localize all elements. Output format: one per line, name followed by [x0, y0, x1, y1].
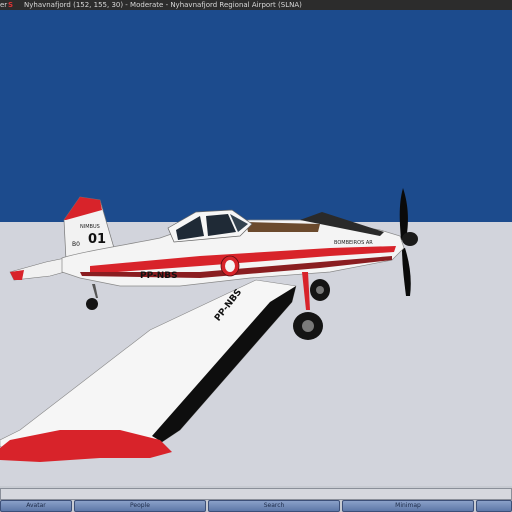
tail-brand-text: NIMBUS [80, 224, 100, 230]
tail-code: B0 [72, 241, 80, 248]
propeller [399, 188, 418, 296]
window-titlebar: er S Nyhavnafjord (152, 155, 30) - Moder… [0, 0, 512, 10]
aircraft[interactable]: NIMBUS 01 B0 BOMBEIROS AR PP-NBS PP-NBS [0, 10, 512, 486]
fuselage-registration: PP-NBS [140, 271, 178, 281]
app-icon: S [8, 1, 14, 9]
window-title: Nyhavnafjord (152, 155, 30) - Moderate -… [24, 1, 302, 9]
3d-viewport[interactable]: NIMBUS 01 B0 BOMBEIROS AR PP-NBS PP-NBS [0, 10, 512, 486]
tab-minimap[interactable]: Minimap [342, 500, 474, 512]
toolbar-tabs: Avatar People Search Minimap [0, 500, 512, 512]
tail-number: 01 [88, 232, 106, 247]
tab-avatar[interactable]: Avatar [0, 500, 72, 512]
fuselage-text: BOMBEIROS AR [334, 240, 373, 246]
tab-extra[interactable] [476, 500, 512, 512]
bottom-toolbar: Avatar People Search Minimap [0, 486, 512, 512]
titlebar-left-fragment: er [0, 1, 8, 9]
tab-people[interactable]: People [74, 500, 206, 512]
main-wing: PP-NBS [0, 279, 297, 462]
tab-search[interactable]: Search [208, 500, 340, 512]
chat-bar[interactable] [0, 488, 512, 500]
